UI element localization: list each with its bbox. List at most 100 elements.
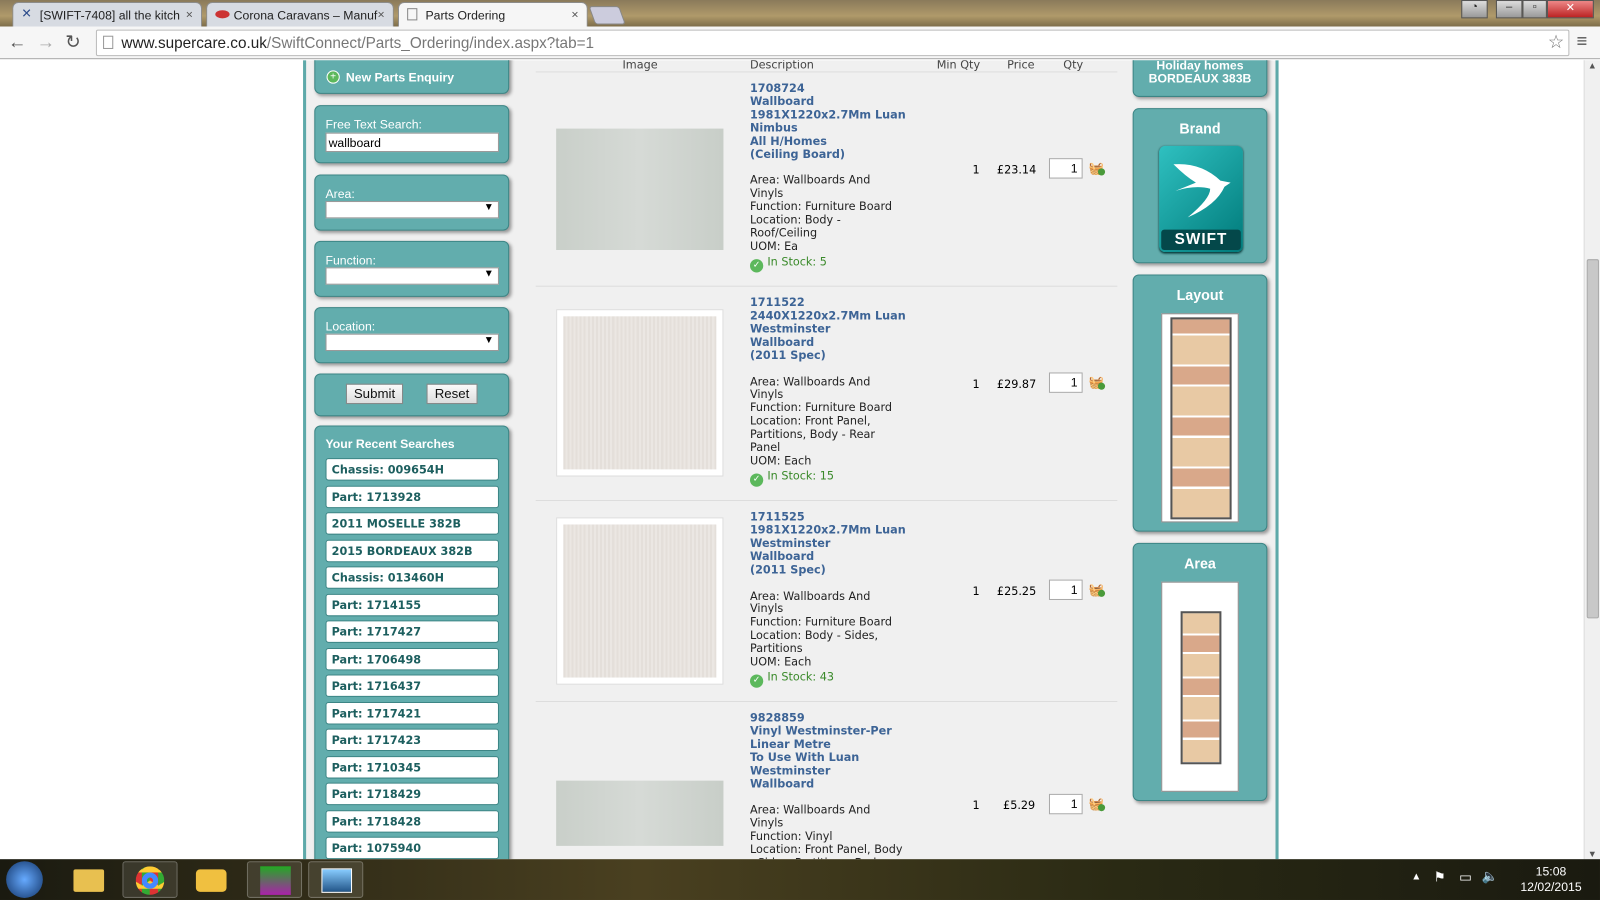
page-icon bbox=[407, 8, 418, 21]
recent-search-item[interactable]: Part: 1706498 bbox=[325, 647, 499, 670]
volume-icon[interactable]: 🔈 bbox=[1482, 868, 1499, 884]
add-to-basket-icon[interactable]: 🧺 bbox=[1089, 797, 1106, 812]
close-tab-icon[interactable]: × bbox=[378, 7, 385, 21]
part-title-link[interactable]: 1711525 1981X1220x2.7Mm Luan Westminster… bbox=[750, 510, 906, 577]
recent-search-item[interactable]: Part: 1716437 bbox=[325, 674, 499, 697]
reset-button[interactable]: Reset bbox=[426, 383, 478, 405]
back-icon[interactable]: ← bbox=[8, 32, 26, 53]
chrome-icon[interactable] bbox=[122, 861, 178, 898]
part-details: Area: Wallboards And Vinyls Function: Fu… bbox=[749, 589, 893, 669]
reload-icon[interactable]: ↻ bbox=[65, 32, 80, 53]
recent-search-item[interactable]: Part: 1710345 bbox=[325, 755, 499, 779]
address-bar[interactable]: www.supercare.co.uk/SwiftConnect/Parts_O… bbox=[95, 29, 1570, 57]
minimize-button[interactable]: – bbox=[1495, 0, 1523, 19]
part-image[interactable] bbox=[556, 517, 724, 685]
add-to-basket-icon[interactable]: 🧺 bbox=[1089, 583, 1106, 597]
recent-search-item[interactable]: Chassis: 009654H bbox=[325, 458, 499, 481]
recent-search-item[interactable]: Part: 1717427 bbox=[325, 620, 499, 643]
part-image[interactable] bbox=[556, 128, 724, 250]
min-qty: 1 bbox=[972, 377, 980, 391]
qty-input[interactable]: 1 bbox=[1048, 793, 1083, 815]
header-description: Description bbox=[749, 60, 814, 72]
recent-search-item[interactable]: Part: 1717421 bbox=[325, 701, 499, 724]
close-tab-icon[interactable]: × bbox=[571, 7, 578, 21]
result-row: 1711522 2440X1220x2.7Mm Luan Westminster… bbox=[535, 285, 1118, 500]
scrollbar-thumb[interactable] bbox=[1586, 259, 1599, 619]
close-window-button[interactable]: ✕ bbox=[1546, 0, 1594, 19]
content-column: + New Parts Enquiry Free Text Search: Ar… bbox=[303, 60, 1279, 860]
min-qty: 1 bbox=[972, 163, 980, 177]
scroll-up-icon[interactable]: ▲ bbox=[1588, 60, 1597, 70]
min-qty: 1 bbox=[972, 584, 980, 598]
header-qty: Qty bbox=[1063, 60, 1084, 72]
vertical-scrollbar[interactable]: ▲ ▼ bbox=[1583, 60, 1600, 859]
jira-icon: ✕ bbox=[21, 6, 32, 21]
min-qty: 1 bbox=[972, 798, 980, 813]
bookmark-star-icon[interactable]: ☆ bbox=[1548, 32, 1564, 53]
area-floorplan-image[interactable] bbox=[1161, 581, 1239, 792]
recent-search-item[interactable]: Part: 1075940 bbox=[325, 836, 499, 860]
recent-search-item[interactable]: 2015 BORDEAUX 382B bbox=[325, 539, 499, 562]
forward-icon[interactable]: → bbox=[37, 32, 55, 53]
recent-search-item[interactable]: Part: 1718428 bbox=[325, 809, 499, 833]
layout-floorplan-image[interactable] bbox=[1161, 313, 1239, 523]
qty-input[interactable]: 1 bbox=[1048, 158, 1083, 179]
submit-button[interactable]: Submit bbox=[345, 383, 404, 405]
corona-favicon-icon bbox=[215, 10, 230, 19]
maximize-button[interactable]: ▫ bbox=[1522, 0, 1547, 19]
check-icon: ✓ bbox=[749, 473, 764, 487]
tab-corona-caravans[interactable]: Corona Caravans – Manuf × bbox=[206, 2, 394, 27]
add-to-basket-icon[interactable]: 🧺 bbox=[1089, 161, 1106, 176]
menu-icon[interactable]: ≡ bbox=[1577, 31, 1588, 52]
recent-search-item[interactable]: Chassis: 013460H bbox=[325, 566, 499, 589]
recent-search-item[interactable]: Part: 1717423 bbox=[325, 728, 499, 752]
part-details: Area: Wallboards And Vinyls Function: Fu… bbox=[749, 375, 893, 468]
dropdown-arrow-icon: ▼ bbox=[483, 202, 494, 214]
part-image[interactable] bbox=[556, 309, 724, 477]
action-center-flag-icon[interactable]: ⚑ bbox=[1434, 869, 1446, 885]
model-name: BORDEAUX 383B bbox=[1148, 71, 1252, 86]
recent-search-item[interactable]: 2011 MOSELLE 382B bbox=[325, 512, 499, 535]
scroll-down-icon[interactable]: ▼ bbox=[1588, 849, 1597, 859]
new-tab-button[interactable] bbox=[588, 6, 626, 25]
show-hidden-icons[interactable]: ▲ bbox=[1411, 871, 1421, 882]
user-icon[interactable]: ◔ bbox=[1461, 0, 1488, 19]
dropdown-arrow-icon: ▼ bbox=[483, 268, 494, 280]
stock-status: ✓ In Stock: 15 bbox=[749, 469, 834, 487]
explorer-icon[interactable] bbox=[61, 861, 116, 898]
part-image[interactable] bbox=[556, 780, 724, 846]
swift-logo: SWIFT bbox=[1159, 145, 1243, 253]
header-min-qty: Min Qty bbox=[936, 60, 981, 72]
area-diagram-panel: Area bbox=[1132, 542, 1268, 802]
qty-input[interactable]: 1 bbox=[1048, 579, 1083, 600]
check-icon: ✓ bbox=[749, 259, 764, 273]
recent-search-item[interactable]: Part: 1718429 bbox=[325, 782, 499, 806]
part-title-link[interactable]: 9828859 Vinyl Westminster-Per Linear Met… bbox=[750, 711, 903, 791]
tab-swift-7408[interactable]: ✕ [SWIFT-7408] all the kitch × bbox=[12, 2, 203, 27]
tab-parts-ordering[interactable]: Parts Ordering × bbox=[397, 2, 588, 27]
swallow-icon bbox=[1173, 164, 1231, 218]
form-buttons-panel: Submit Reset bbox=[314, 373, 510, 417]
add-to-basket-icon[interactable]: 🧺 bbox=[1089, 376, 1106, 390]
recent-search-item[interactable]: Part: 1713928 bbox=[325, 485, 499, 508]
network-icon[interactable]: ▭ bbox=[1459, 869, 1472, 885]
plus-icon: + bbox=[326, 70, 340, 84]
mail-icon[interactable] bbox=[184, 861, 239, 898]
part-title-link[interactable]: 1708724 Wallboard 1981X1220x2.7Mm Luan N… bbox=[750, 82, 906, 162]
new-parts-enquiry-button[interactable]: + New Parts Enquiry bbox=[314, 60, 510, 94]
start-button[interactable] bbox=[6, 861, 43, 898]
location-select[interactable]: ▼ bbox=[325, 333, 499, 352]
function-select[interactable]: ▼ bbox=[325, 267, 499, 285]
clock[interactable]: 15:08 12/02/2015 bbox=[1508, 864, 1594, 895]
free-text-search-input[interactable] bbox=[325, 132, 499, 153]
result-row: 9828859 Vinyl Westminster-Per Linear Met… bbox=[535, 701, 1118, 859]
browser-toolbar: ← → ↻ www.supercare.co.uk/SwiftConnect/P… bbox=[0, 26, 1600, 60]
qty-input[interactable]: 1 bbox=[1048, 372, 1083, 393]
dropdown-arrow-icon: ▼ bbox=[483, 334, 494, 346]
recent-search-item[interactable]: Part: 1714155 bbox=[325, 593, 499, 616]
sage-icon[interactable] bbox=[246, 861, 303, 898]
area-select[interactable]: ▼ bbox=[325, 201, 499, 219]
photo-viewer-icon[interactable] bbox=[308, 861, 364, 898]
close-tab-icon[interactable]: × bbox=[186, 7, 193, 21]
part-title-link[interactable]: 1711522 2440X1220x2.7Mm Luan Westminster… bbox=[750, 296, 906, 363]
